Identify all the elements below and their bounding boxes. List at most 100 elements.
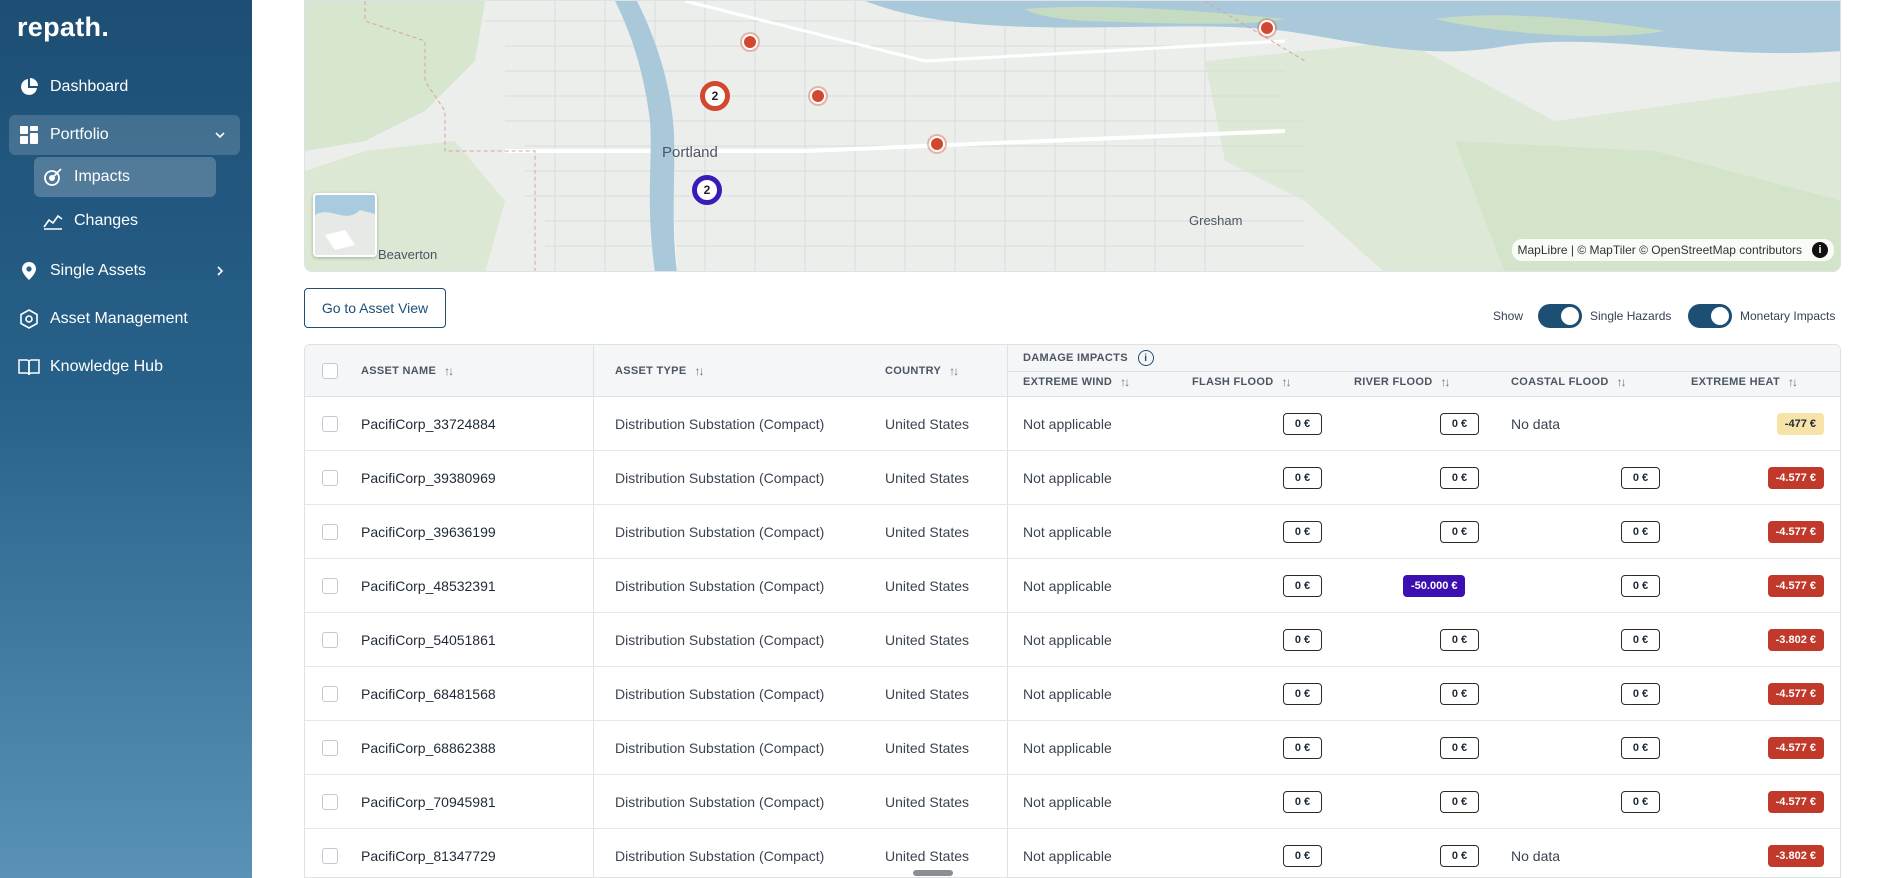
- sort-icon[interactable]: ↑↓: [1120, 375, 1130, 389]
- select-all-checkbox[interactable]: [322, 363, 338, 379]
- coastal-flood-cell: No data: [1511, 397, 1560, 451]
- column-header-extreme-heat[interactable]: EXTREME HEAT ↑↓: [1691, 375, 1798, 389]
- sort-icon[interactable]: ↑↓: [444, 364, 454, 378]
- map-minimap-toggle[interactable]: [313, 193, 377, 257]
- sort-icon[interactable]: ↑↓: [694, 364, 704, 378]
- sidebar-item-knowledge-hub[interactable]: Knowledge Hub: [9, 347, 240, 387]
- sidebar-item-asset-management[interactable]: Asset Management: [9, 299, 240, 339]
- map-marker[interactable]: [1259, 20, 1275, 36]
- asset-name-cell[interactable]: PacifiCorp_33724884: [361, 397, 496, 451]
- impact-value-heat: -4.577 €: [1767, 575, 1824, 597]
- impact-value-heat: -3.802 €: [1767, 629, 1824, 651]
- country-cell: United States: [885, 470, 970, 486]
- map-cluster[interactable]: 2: [692, 175, 722, 205]
- sort-icon[interactable]: ↑↓: [949, 364, 959, 378]
- coastal-flood-cell: 0 €: [1621, 451, 1660, 505]
- impact-value-flash: 0 €: [1283, 791, 1322, 813]
- sidebar-item-label: Portfolio: [50, 126, 109, 143]
- asset-name-cell[interactable]: PacifiCorp_48532391: [361, 559, 496, 613]
- map-marker[interactable]: [742, 34, 758, 50]
- sidebar-subitem-changes[interactable]: Changes: [34, 201, 216, 241]
- row-checkbox[interactable]: [322, 632, 338, 648]
- sort-icon[interactable]: ↑↓: [1617, 375, 1627, 389]
- info-icon[interactable]: i: [1812, 242, 1828, 258]
- asset-name-cell[interactable]: PacifiCorp_39636199: [361, 505, 496, 559]
- row-checkbox[interactable]: [322, 686, 338, 702]
- column-header-country[interactable]: COUNTRY ↑↓: [885, 364, 959, 378]
- asset-name-cell[interactable]: PacifiCorp_68862388: [361, 721, 496, 775]
- map-marker[interactable]: [810, 88, 826, 104]
- column-header-extreme-wind[interactable]: EXTREME WIND ↑↓: [1023, 375, 1130, 389]
- map-cluster[interactable]: 2: [700, 81, 730, 111]
- table-row[interactable]: PacifiCorp_39636199 Distribution Substati…: [305, 505, 1840, 559]
- sidebar-item-portfolio[interactable]: Portfolio: [9, 115, 240, 155]
- app-logo[interactable]: repath.: [17, 12, 109, 43]
- column-header-river-flood[interactable]: RIVER FLOOD ↑↓: [1354, 375, 1450, 389]
- sidebar-item-single-assets[interactable]: Single Assets: [9, 251, 240, 291]
- header-label: FLASH FLOOD: [1192, 376, 1274, 388]
- flash-flood-cell: 0 €: [1283, 829, 1322, 877]
- map-basemap[interactable]: [305, 1, 1841, 272]
- map-label-beaverton: Beaverton: [378, 247, 438, 262]
- impact-value-river: 0 €: [1440, 845, 1479, 867]
- asset-name-cell[interactable]: PacifiCorp_54051861: [361, 613, 496, 667]
- info-icon[interactable]: i: [1137, 350, 1154, 366]
- header-label: DAMAGE IMPACTS: [1023, 352, 1128, 364]
- row-checkbox[interactable]: [322, 524, 338, 540]
- map-marker[interactable]: [929, 136, 945, 152]
- asset-name-cell[interactable]: PacifiCorp_39380969: [361, 451, 496, 505]
- column-header-asset-type[interactable]: ASSET TYPE ↑↓: [615, 364, 704, 378]
- extreme-wind-cell: Not applicable: [1023, 794, 1112, 810]
- row-checkbox[interactable]: [322, 848, 338, 864]
- table-row[interactable]: PacifiCorp_81347729 Distribution Substati…: [305, 829, 1840, 877]
- country-cell: United States: [885, 740, 970, 756]
- attribution-text: MapLibre | © MapTiler © OpenStreetMap co…: [1517, 243, 1802, 257]
- header-label: EXTREME HEAT: [1691, 376, 1780, 388]
- table-row[interactable]: PacifiCorp_54051861 Distribution Substati…: [305, 613, 1840, 667]
- map-attribution: MapLibre | © MapTiler © OpenStreetMap co…: [1511, 239, 1834, 261]
- river-flood-cell: 0 €: [1440, 613, 1479, 667]
- sort-icon[interactable]: ↑↓: [1788, 375, 1798, 389]
- row-checkbox[interactable]: [322, 416, 338, 432]
- single-hazards-toggle[interactable]: [1538, 304, 1582, 328]
- column-header-coastal-flood[interactable]: COASTAL FLOOD ↑↓: [1511, 375, 1627, 389]
- extreme-wind-cell: Not applicable: [1023, 416, 1112, 432]
- flash-flood-cell: 0 €: [1283, 613, 1322, 667]
- extreme-heat-cell: -3.802 €: [1767, 829, 1824, 877]
- column-header-flash-flood[interactable]: FLASH FLOOD ↑↓: [1192, 375, 1292, 389]
- impact-value-coastal: 0 €: [1621, 521, 1660, 543]
- sidebar-item-label: Asset Management: [50, 310, 188, 327]
- table-row[interactable]: PacifiCorp_33724884 Distribution Substati…: [305, 397, 1840, 451]
- sort-icon[interactable]: ↑↓: [1440, 375, 1450, 389]
- map-view[interactable]: Portland Gresham Beaverton 2 2 MapLibre …: [304, 0, 1841, 272]
- asset-name-cell[interactable]: PacifiCorp_81347729: [361, 829, 496, 877]
- header-label: COASTAL FLOOD: [1511, 376, 1609, 388]
- row-checkbox[interactable]: [322, 470, 338, 486]
- sidebar-item-dashboard[interactable]: Dashboard: [9, 67, 240, 107]
- sort-icon[interactable]: ↑↓: [1282, 375, 1292, 389]
- extreme-wind-cell: Not applicable: [1023, 740, 1112, 756]
- header-label: RIVER FLOOD: [1354, 376, 1433, 388]
- asset-name-cell[interactable]: PacifiCorp_68481568: [361, 667, 496, 721]
- monetary-impacts-toggle[interactable]: [1688, 304, 1732, 328]
- table-row[interactable]: PacifiCorp_39380969 Distribution Substati…: [305, 451, 1840, 505]
- sidebar-subitem-impacts[interactable]: Impacts: [34, 157, 216, 197]
- column-header-asset-name[interactable]: ASSET NAME ↑↓: [361, 364, 454, 378]
- table-row[interactable]: PacifiCorp_68862388 Distribution Substati…: [305, 721, 1840, 775]
- extreme-heat-cell: -4.577 €: [1767, 775, 1824, 829]
- table-row[interactable]: PacifiCorp_70945981 Distribution Substati…: [305, 775, 1840, 829]
- table-row[interactable]: PacifiCorp_48532391 Distribution Substati…: [305, 559, 1840, 613]
- row-checkbox[interactable]: [322, 740, 338, 756]
- row-checkbox[interactable]: [322, 578, 338, 594]
- sidebar-subitem-label: Impacts: [74, 168, 131, 185]
- book-icon: [18, 356, 40, 378]
- table-row[interactable]: PacifiCorp_68481568 Distribution Substati…: [305, 667, 1840, 721]
- go-to-asset-view-button[interactable]: Go to Asset View: [304, 288, 446, 328]
- horizontal-scrollbar[interactable]: [913, 870, 953, 876]
- coastal-flood-cell: 0 €: [1621, 613, 1660, 667]
- row-checkbox[interactable]: [322, 794, 338, 810]
- impact-value-coastal: 0 €: [1621, 575, 1660, 597]
- asset-name-cell[interactable]: PacifiCorp_70945981: [361, 775, 496, 829]
- show-label: Show: [1493, 309, 1524, 323]
- extreme-wind-cell: Not applicable: [1023, 578, 1112, 594]
